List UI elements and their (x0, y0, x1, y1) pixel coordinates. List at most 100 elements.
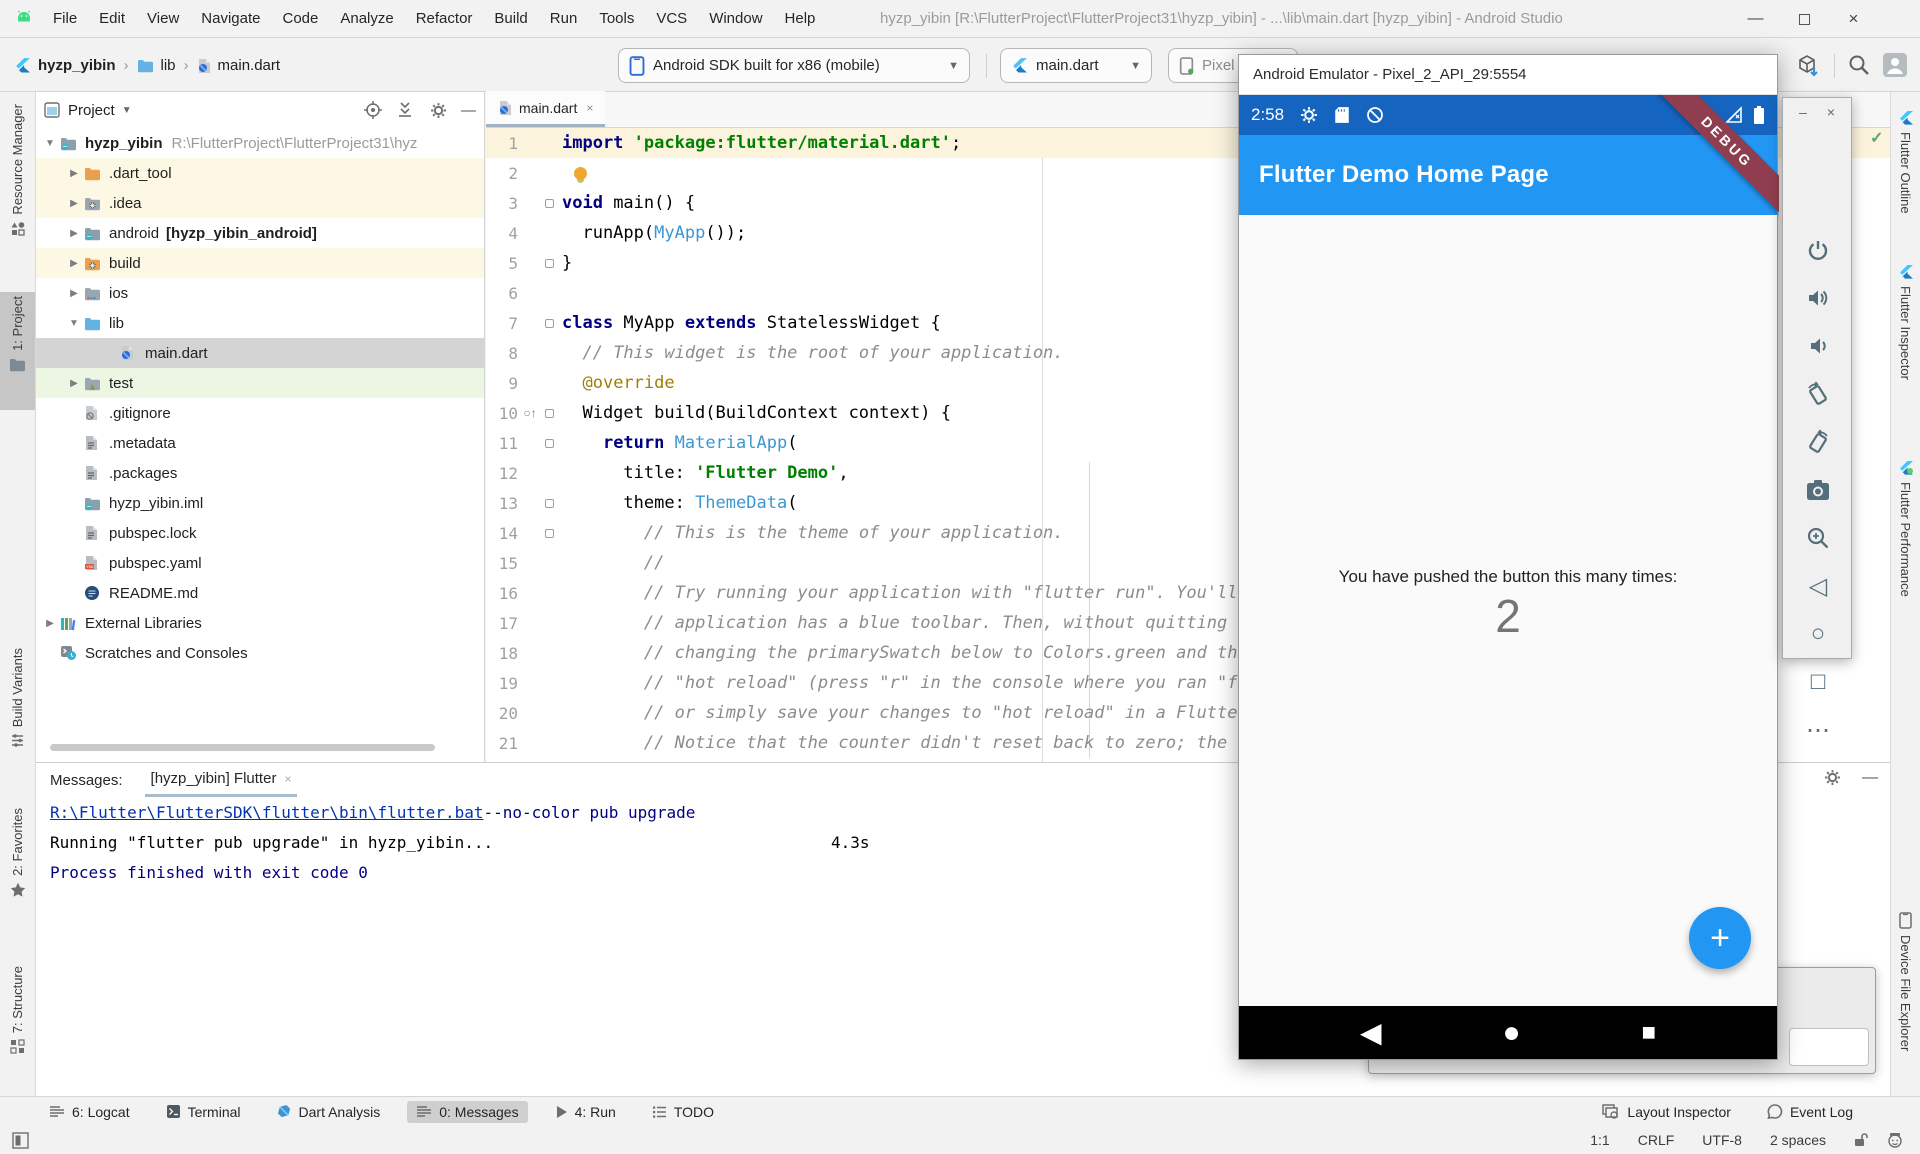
chevron-down-icon[interactable]: ▼ (122, 105, 132, 116)
fold-marker-icon[interactable] (542, 529, 556, 538)
tree-item-readme-md[interactable]: README.md (36, 578, 484, 608)
emulator-close-button[interactable]: × (1827, 104, 1835, 120)
menu-run[interactable]: Run (539, 10, 589, 27)
fold-marker-icon[interactable] (542, 409, 556, 418)
tree-item-metadata[interactable]: .metadata (36, 428, 484, 458)
menu-help[interactable]: Help (774, 10, 827, 27)
emulator-title-bar[interactable]: Android Emulator - Pixel_2_API_29:5554 (1239, 55, 1777, 95)
fold-marker-icon[interactable] (542, 319, 556, 328)
collapse-all-icon[interactable] (396, 101, 414, 119)
emulator-volume-up-button[interactable] (1783, 278, 1853, 318)
toolwindow-button-layout-inspector[interactable]: Layout Inspector (1593, 1101, 1740, 1123)
breadcrumb-project[interactable]: hyzp_yibin (38, 57, 116, 74)
collapse-arrow-icon[interactable]: ▶ (40, 618, 60, 629)
toolwindow-button-terminal[interactable]: Terminal (157, 1101, 250, 1123)
fold-marker-icon[interactable] (542, 439, 556, 448)
nav-back-button[interactable]: ◀ (1360, 1016, 1382, 1049)
emulator-more-button[interactable]: ⋯ (1783, 710, 1853, 750)
console-file-link[interactable]: R:\Flutter\FlutterSDK\flutter\bin\flutte… (50, 803, 483, 822)
toolwindow-button-4-run[interactable]: 4: Run (546, 1101, 625, 1123)
emulator-rotate-left-button[interactable] (1783, 374, 1853, 414)
toolwindow-button-6-logcat[interactable]: 6: Logcat (40, 1101, 139, 1123)
nav-home-button[interactable]: ● (1502, 1016, 1520, 1050)
hide-panel-icon[interactable]: — (1862, 769, 1878, 787)
collapse-arrow-icon[interactable]: ▶ (64, 198, 84, 209)
breadcrumb-lib[interactable]: lib (161, 57, 176, 74)
search-icon[interactable] (1846, 52, 1872, 78)
menu-vcs[interactable]: VCS (645, 10, 698, 27)
settings-gear-icon[interactable] (1824, 769, 1841, 786)
unlock-icon[interactable] (1840, 1132, 1880, 1148)
window-close-button[interactable]: × (1830, 0, 1877, 38)
collapse-arrow-icon[interactable]: ▶ (64, 168, 84, 179)
messages-tab-flutter[interactable]: [hyzp_yibin] Flutter × (145, 763, 298, 797)
fold-marker-icon[interactable] (542, 259, 556, 268)
tree-horizontal-scrollbar[interactable] (50, 744, 435, 751)
stripe-tab-flutter-outline[interactable]: Flutter Outline (1891, 110, 1920, 268)
stripe-tab-1-project[interactable]: 1: Project (0, 292, 35, 410)
tree-item-hyzp-yibin[interactable]: ▼hyzp_yibinR:\FlutterProject\FlutterProj… (36, 128, 484, 158)
stripe-tab-flutter-performance[interactable]: Flutter Performance (1891, 460, 1920, 640)
inspection-ok-icon[interactable]: ✓ (1870, 128, 1883, 148)
tree-item-scratches-and-consoles[interactable]: Scratches and Consoles (36, 638, 484, 668)
tree-item-idea[interactable]: ▶.idea (36, 188, 484, 218)
tree-item-test[interactable]: ▶test (36, 368, 484, 398)
project-view-selector[interactable]: Project (68, 102, 115, 119)
locate-file-icon[interactable] (364, 101, 382, 119)
menu-refactor[interactable]: Refactor (405, 10, 484, 27)
tree-item-hyzp-yibin-iml[interactable]: hyzp_yibin.iml (36, 488, 484, 518)
menu-analyze[interactable]: Analyze (329, 10, 404, 27)
stripe-tab-7-structure[interactable]: 7: Structure (0, 962, 35, 1078)
menu-edit[interactable]: Edit (88, 10, 136, 27)
nav-overview-button[interactable]: ■ (1642, 1019, 1657, 1047)
toolwindow-button-0-messages[interactable]: 0: Messages (407, 1101, 527, 1123)
override-marker-icon[interactable]: ○↑ (518, 406, 542, 420)
toolwindow-button-event-log[interactable]: Event Log (1758, 1101, 1862, 1123)
editor-tab-main-dart[interactable]: main.dart × (486, 91, 605, 127)
collapse-arrow-icon[interactable]: ▶ (64, 378, 84, 389)
collapse-arrow-icon[interactable]: ▶ (64, 258, 84, 269)
sdk-manager-icon[interactable] (1794, 52, 1820, 78)
menu-view[interactable]: View (136, 10, 190, 27)
settings-gear-icon[interactable] (430, 102, 447, 119)
menu-window[interactable]: Window (698, 10, 773, 27)
tree-item-pubspec-yaml[interactable]: YMLpubspec.yaml (36, 548, 484, 578)
status-crlf[interactable]: CRLF (1624, 1132, 1689, 1148)
toolwindow-button-dart-analysis[interactable]: Dart Analysis (268, 1101, 390, 1123)
menu-file[interactable]: File (42, 10, 88, 27)
hide-panel-icon[interactable]: — (461, 102, 476, 119)
emulator-back-button[interactable]: ◁ (1783, 566, 1853, 606)
emulator-minimize-button[interactable]: – (1799, 104, 1807, 120)
inspections-widget-icon[interactable] (1880, 1131, 1920, 1149)
stripe-tab-2-favorites[interactable]: 2: Favorites (0, 804, 35, 926)
emulator-power-button[interactable] (1783, 230, 1853, 270)
run-config-dropdown[interactable]: main.dart ▼ (1000, 48, 1152, 83)
emulator-rotate-right-button[interactable] (1783, 422, 1853, 462)
tree-item-gitignore[interactable]: .gitignore (36, 398, 484, 428)
menu-tools[interactable]: Tools (588, 10, 645, 27)
avatar[interactable] (1882, 52, 1908, 78)
expand-arrow-icon[interactable]: ▼ (40, 138, 60, 149)
fold-marker-icon[interactable] (542, 199, 556, 208)
collapse-arrow-icon[interactable]: ▶ (64, 228, 84, 239)
status-utf-8[interactable]: UTF-8 (1688, 1132, 1756, 1148)
menu-navigate[interactable]: Navigate (190, 10, 271, 27)
window-minimize-button[interactable]: — (1732, 0, 1779, 38)
tree-item-main-dart[interactable]: main.dart (36, 338, 484, 368)
tree-item-build[interactable]: ▶build (36, 248, 484, 278)
tree-item-external-libraries[interactable]: ▶External Libraries (36, 608, 484, 638)
menu-code[interactable]: Code (271, 10, 329, 27)
intention-bulb-icon[interactable] (574, 167, 587, 180)
emulator-zoom-button[interactable] (1783, 518, 1853, 558)
emulator-volume-down-button[interactable] (1783, 326, 1853, 366)
menu-build[interactable]: Build (483, 10, 538, 27)
toolwindow-button-todo[interactable]: TODO (643, 1101, 723, 1123)
increment-fab-button[interactable]: + (1689, 907, 1751, 969)
tree-item-pubspec-lock[interactable]: pubspec.lock (36, 518, 484, 548)
tool-window-switcher-icon[interactable] (12, 1132, 29, 1149)
close-tab-icon[interactable]: × (284, 772, 291, 786)
stripe-tab-flutter-inspector[interactable]: Flutter Inspector (1891, 264, 1920, 416)
window-restore-button[interactable] (1781, 0, 1828, 38)
emulator-overview-button[interactable]: □ (1783, 662, 1853, 702)
collapse-arrow-icon[interactable]: ▶ (64, 288, 84, 299)
